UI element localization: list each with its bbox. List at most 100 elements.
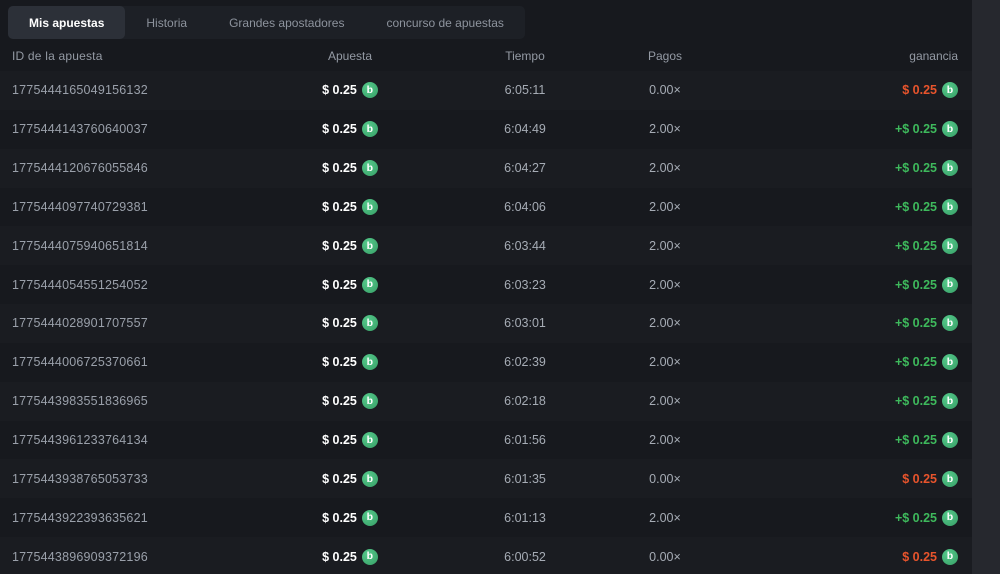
coin-icon: b	[361, 432, 378, 449]
bet-time-cell: 6:03:44	[504, 238, 546, 253]
bet-id-cell: 1775444097740729381	[12, 199, 148, 214]
bet-profit-value: $ 0.25	[902, 83, 937, 98]
bet-id-cell: 1775444143760640037	[12, 122, 148, 137]
coin-icon: b	[942, 548, 958, 565]
bet-row[interactable]: 1775444165049156132 $ 0.25 b 6:05:11 0.0…	[0, 71, 972, 110]
bet-row[interactable]: 1775444143760640037 $ 0.25 b 6:04:49 2.0…	[0, 110, 972, 149]
bet-profit-value: +$ 0.25	[894, 316, 937, 331]
tab-historia[interactable]: Historia	[125, 6, 208, 39]
bet-profit-value: $ 0.25	[902, 549, 937, 564]
bet-amount-value: $ 0.25	[322, 355, 357, 370]
bet-id-cell: 1775444165049156132	[12, 83, 148, 98]
tab-grandes-apostadores[interactable]: Grandes apostadores	[208, 6, 365, 39]
bet-amount-value: $ 0.25	[322, 549, 357, 564]
bet-profit-value: +$ 0.25	[894, 199, 937, 214]
column-header-payout: Pagos	[647, 49, 683, 63]
bet-amount-cell: $ 0.25 b	[322, 509, 378, 526]
bet-amount-cell: $ 0.25 b	[322, 276, 378, 293]
bet-row[interactable]: 1775444097740729381 $ 0.25 b 6:04:06 2.0…	[0, 188, 972, 227]
bet-row[interactable]: 1775443983551836965 $ 0.25 b 6:02:18 2.0…	[0, 382, 972, 421]
column-header-bet-id: ID de la apuesta	[12, 49, 103, 63]
tab-concurso-de-apuestas[interactable]: concurso de apuestas	[365, 6, 524, 39]
bet-amount-value: $ 0.25	[322, 394, 357, 409]
bet-profit-cell: +$ 0.25 b	[894, 160, 972, 177]
bet-amount-cell: $ 0.25 b	[322, 315, 378, 332]
coin-icon: b	[361, 470, 378, 487]
bet-row[interactable]: 1775443938765053733 $ 0.25 b 6:01:35 0.0…	[0, 459, 972, 498]
bet-row[interactable]: 1775443896909372196 $ 0.25 b 6:00:52 0.0…	[0, 537, 972, 574]
bet-profit-value: $ 0.25	[902, 471, 937, 486]
bet-amount-cell: $ 0.25 b	[322, 470, 378, 487]
bet-payout-cell: 0.00×	[649, 471, 681, 486]
coin-icon: b	[361, 276, 378, 293]
tab-mis-apuestas[interactable]: Mis apuestas	[8, 6, 126, 39]
right-panel-edge	[972, 0, 1000, 574]
bet-row[interactable]: 1775444075940651814 $ 0.25 b 6:03:44 2.0…	[0, 226, 972, 265]
bet-profit-value: +$ 0.25	[894, 122, 937, 137]
coin-icon: b	[361, 548, 378, 565]
coin-icon: b	[942, 198, 958, 215]
bet-payout-cell: 2.00×	[649, 277, 681, 292]
bet-time-cell: 6:05:11	[504, 83, 546, 98]
bet-amount-value: $ 0.25	[322, 277, 357, 292]
bet-amount-cell: $ 0.25 b	[322, 121, 378, 138]
bet-amount-cell: $ 0.25 b	[322, 82, 378, 99]
bet-time-cell: 6:02:18	[504, 394, 546, 409]
bet-id-cell: 1775443983551836965	[12, 394, 148, 409]
coin-icon: b	[361, 198, 378, 215]
bet-profit-value: +$ 0.25	[894, 433, 937, 448]
bet-id-cell: 1775443922393635621	[12, 510, 148, 525]
coin-icon: b	[361, 509, 378, 526]
bet-amount-value: $ 0.25	[322, 471, 357, 486]
bet-profit-cell: +$ 0.25 b	[894, 237, 972, 254]
coin-icon: b	[942, 160, 958, 177]
bet-id-cell: 1775443961233764134	[12, 433, 148, 448]
bet-profit-value: +$ 0.25	[894, 277, 937, 292]
bet-id-cell: 1775444054551254052	[12, 277, 148, 292]
coin-icon: b	[942, 121, 958, 138]
bet-payout-cell: 2.00×	[649, 510, 681, 525]
bet-row[interactable]: 1775443961233764134 $ 0.25 b 6:01:56 2.0…	[0, 421, 972, 460]
bet-payout-cell: 0.00×	[649, 549, 681, 564]
bet-profit-value: +$ 0.25	[894, 510, 937, 525]
bet-amount-cell: $ 0.25 b	[322, 160, 378, 177]
bet-id-cell: 1775444006725370661	[12, 355, 148, 370]
bet-row[interactable]: 1775444006725370661 $ 0.25 b 6:02:39 2.0…	[0, 343, 972, 382]
bet-amount-value: $ 0.25	[322, 316, 357, 331]
bet-time-cell: 6:00:52	[504, 549, 546, 564]
bet-amount-cell: $ 0.25 b	[322, 198, 378, 215]
coin-icon: b	[942, 276, 958, 293]
bets-panel: Mis apuestas Historia Grandes apostadore…	[0, 0, 1000, 574]
bet-payout-cell: 2.00×	[649, 161, 681, 176]
bet-row[interactable]: 1775444028901707557 $ 0.25 b 6:03:01 2.0…	[0, 304, 972, 343]
bet-payout-cell: 2.00×	[649, 122, 681, 137]
bet-time-cell: 6:02:39	[504, 355, 546, 370]
bet-id-cell: 1775443938765053733	[12, 471, 148, 486]
coin-icon: b	[942, 354, 958, 371]
bet-payout-cell: 2.00×	[649, 394, 681, 409]
bet-amount-value: $ 0.25	[322, 238, 357, 253]
bets-table-body: 1775444165049156132 $ 0.25 b 6:05:11 0.0…	[0, 71, 1000, 574]
bet-id-cell: 1775444028901707557	[12, 316, 148, 331]
bet-row[interactable]: 1775444054551254052 $ 0.25 b 6:03:23 2.0…	[0, 265, 972, 304]
bet-profit-value: +$ 0.25	[894, 238, 937, 253]
bet-profit-cell: +$ 0.25 b	[894, 315, 972, 332]
bet-profit-value: +$ 0.25	[894, 161, 937, 176]
bet-profit-value: +$ 0.25	[894, 355, 937, 370]
bet-payout-cell: 2.00×	[649, 199, 681, 214]
bet-profit-cell: +$ 0.25 b	[894, 432, 972, 449]
bet-time-cell: 6:01:56	[504, 433, 546, 448]
coin-icon: b	[942, 237, 958, 254]
bet-row[interactable]: 1775444120676055846 $ 0.25 b 6:04:27 2.0…	[0, 149, 972, 188]
coin-icon: b	[942, 470, 958, 487]
column-header-profit: ganancia	[909, 49, 958, 63]
column-header-bet: Apuesta	[327, 49, 373, 63]
bet-profit-cell: $ 0.25 b	[902, 470, 972, 487]
bet-amount-cell: $ 0.25 b	[322, 354, 378, 371]
coin-icon: b	[942, 509, 958, 526]
bet-row[interactable]: 1775443922393635621 $ 0.25 b 6:01:13 2.0…	[0, 498, 972, 537]
bet-amount-cell: $ 0.25 b	[322, 548, 378, 565]
coin-icon: b	[361, 354, 378, 371]
bet-amount-value: $ 0.25	[322, 433, 357, 448]
bet-id-cell: 1775444120676055846	[12, 161, 148, 176]
